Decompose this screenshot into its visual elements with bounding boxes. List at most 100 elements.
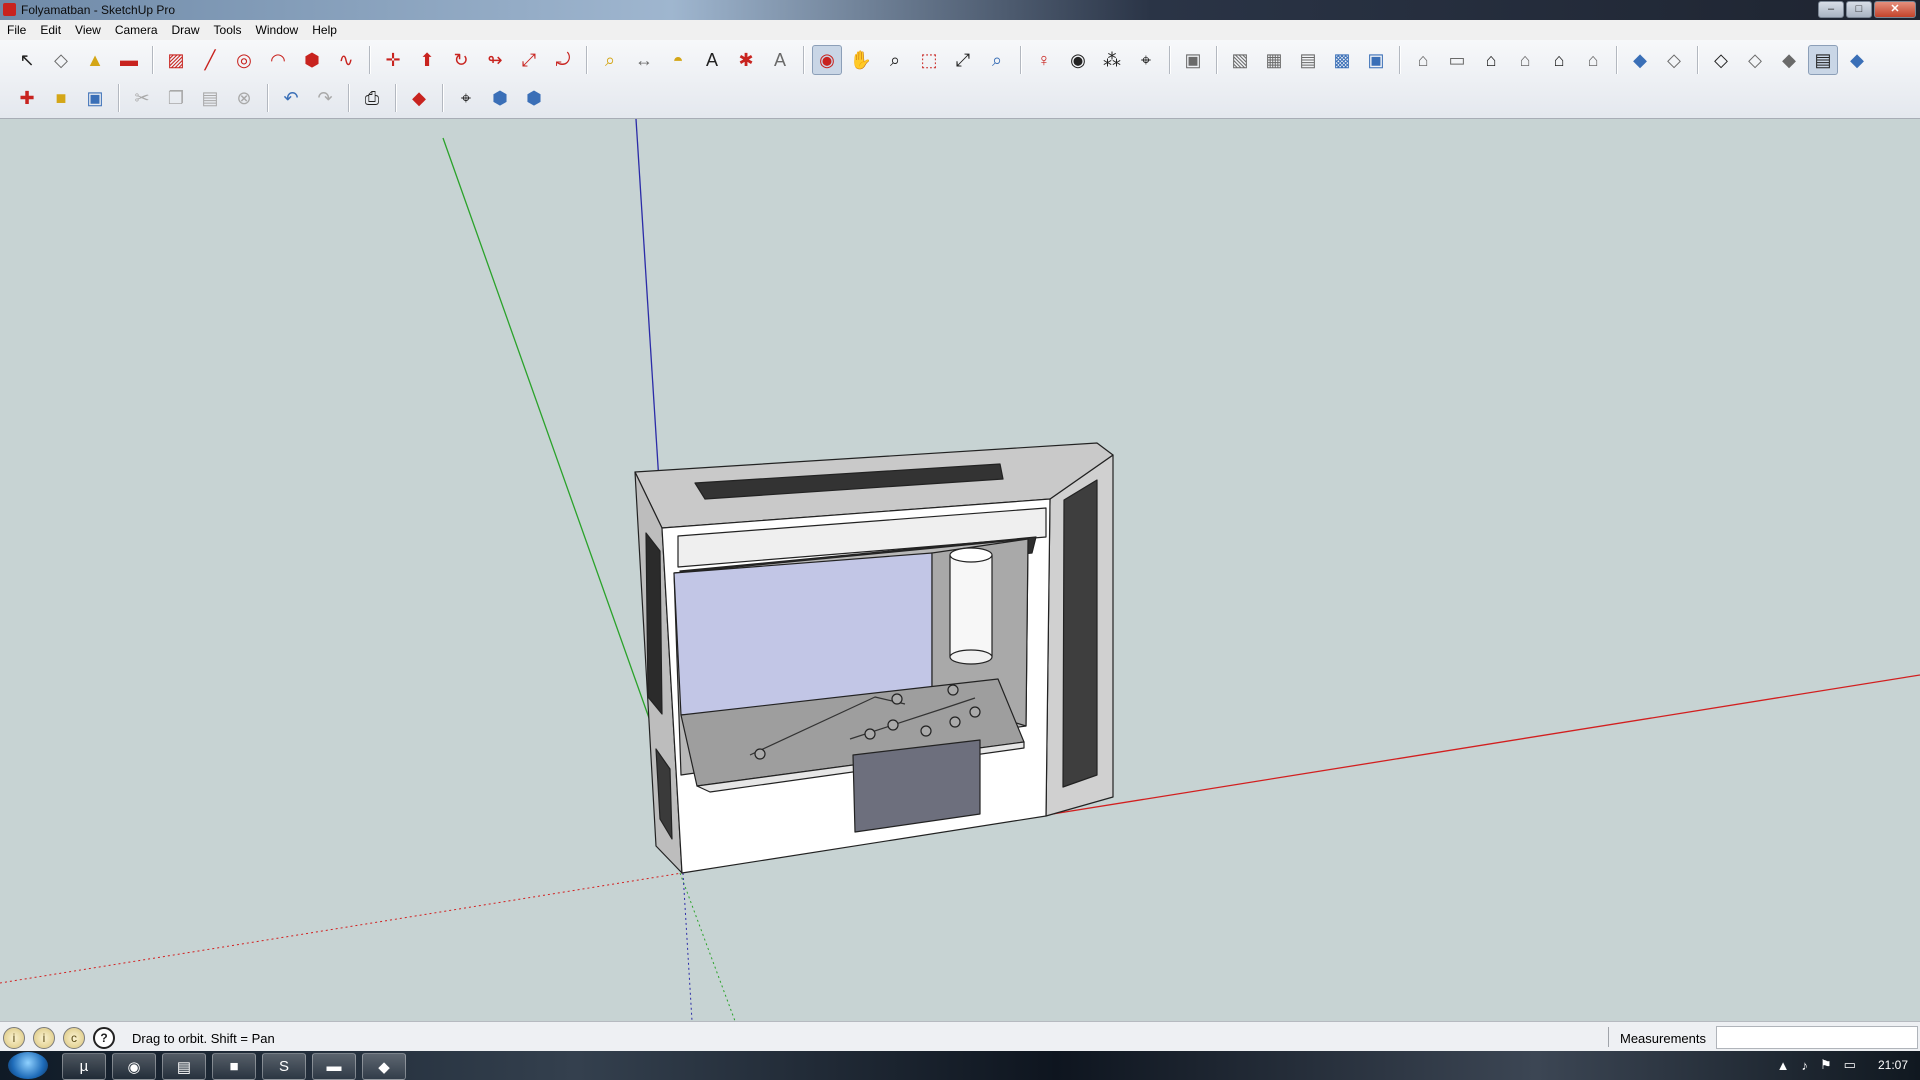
arc-tool-icon[interactable]: ◠: [263, 45, 293, 75]
undo-icon[interactable]: ↶: [276, 83, 306, 113]
close-button[interactable]: ✕: [1874, 1, 1916, 18]
face-style-4-icon[interactable]: ◇: [1740, 45, 1770, 75]
get-location-icon[interactable]: ⌖: [451, 83, 481, 113]
action-center-flag-icon[interactable]: ⚑: [1820, 1057, 1832, 1073]
network-icon[interactable]: ▭: [1844, 1057, 1856, 1073]
skype-taskbar-icon[interactable]: S: [262, 1053, 306, 1080]
wireframe-style-icon[interactable]: ▦: [1259, 45, 1289, 75]
position-camera-icon[interactable]: ♀: [1029, 45, 1059, 75]
zoom-window-icon[interactable]: ⬚: [914, 45, 944, 75]
scale-tool-icon[interactable]: ⤢: [514, 45, 544, 75]
menu-window[interactable]: Window: [249, 20, 306, 40]
text-tool-icon[interactable]: A: [697, 45, 727, 75]
start-button[interactable]: [8, 1052, 48, 1079]
paint-bucket-icon[interactable]: ▲: [80, 45, 110, 75]
right-view-icon[interactable]: ⌂: [1510, 45, 1540, 75]
menu-view[interactable]: View: [68, 20, 108, 40]
geo-location-icon[interactable]: i: [3, 1027, 25, 1049]
menu-camera[interactable]: Camera: [108, 20, 165, 40]
eraser-icon[interactable]: ▬: [114, 45, 144, 75]
green-axis: [442, 137, 661, 750]
look-around-icon[interactable]: ◉: [1063, 45, 1093, 75]
face-style-3-icon[interactable]: ◇: [1706, 45, 1736, 75]
toolbar-separator: [369, 46, 370, 74]
chrome-taskbar-icon[interactable]: ◉: [112, 1053, 156, 1080]
menu-help[interactable]: Help: [305, 20, 344, 40]
tray-expand-icon[interactable]: ▲: [1777, 1058, 1790, 1073]
window-title: Folyamatban - SketchUp Pro: [21, 3, 176, 17]
freehand-tool-icon[interactable]: ∿: [331, 45, 361, 75]
zoom-tool-icon[interactable]: ⌕: [880, 45, 910, 75]
copyright-icon[interactable]: c: [63, 1027, 85, 1049]
iso-view-icon[interactable]: ⌂: [1408, 45, 1438, 75]
offset-tool-icon[interactable]: ⤾: [548, 45, 578, 75]
previous-view-icon[interactable]: ⌕: [982, 45, 1012, 75]
cut-icon[interactable]: ✂: [127, 83, 157, 113]
menu-edit[interactable]: Edit: [33, 20, 68, 40]
walk-tool-icon[interactable]: ⁂: [1097, 45, 1127, 75]
3d-warehouse-icon[interactable]: ⬢: [485, 83, 515, 113]
make-component-icon[interactable]: ◇: [46, 45, 76, 75]
taskbar-clock[interactable]: 21:07: [1878, 1058, 1908, 1072]
volume-icon[interactable]: ♪: [1802, 1058, 1809, 1073]
model-info-icon[interactable]: ◆: [404, 83, 434, 113]
protractor-icon[interactable]: ◓: [663, 45, 693, 75]
line-tool-icon[interactable]: ╱: [195, 45, 225, 75]
open-folder-icon[interactable]: ■: [46, 83, 76, 113]
rotate-tool-icon[interactable]: ↻: [446, 45, 476, 75]
back-view-icon[interactable]: ⌂: [1544, 45, 1574, 75]
face-style-2-icon[interactable]: ◇: [1659, 45, 1689, 75]
notes-taskbar-icon[interactable]: ▤: [162, 1053, 206, 1080]
delete-icon[interactable]: ⊗: [229, 83, 259, 113]
menu-file[interactable]: File: [0, 20, 33, 40]
polygon-tool-icon[interactable]: ⬢: [297, 45, 327, 75]
python-taskbar-icon[interactable]: ▬: [312, 1053, 356, 1080]
zoom-extents-icon[interactable]: ⤢: [948, 45, 978, 75]
face-style-6-icon[interactable]: ▤: [1808, 45, 1838, 75]
section-plane-icon[interactable]: ⌖: [1131, 45, 1161, 75]
xray-style-icon[interactable]: ▧: [1225, 45, 1255, 75]
minimize-button[interactable]: ‒: [1818, 1, 1844, 18]
share-model-icon[interactable]: ⬢: [519, 83, 549, 113]
measurements-input[interactable]: [1716, 1026, 1918, 1049]
new-file-icon[interactable]: ✚: [12, 83, 42, 113]
redo-icon[interactable]: ↷: [310, 83, 340, 113]
shaded-style-icon[interactable]: ▩: [1327, 45, 1357, 75]
explorer-taskbar-icon[interactable]: ■: [212, 1053, 256, 1080]
circle-tool-icon[interactable]: ◎: [229, 45, 259, 75]
drawing-viewport[interactable]: [0, 119, 1920, 1021]
components-icon[interactable]: ▣: [1178, 45, 1208, 75]
help-icon[interactable]: ?: [93, 1027, 115, 1049]
credits-icon[interactable]: i: [33, 1027, 55, 1049]
copy-icon[interactable]: ❐: [161, 83, 191, 113]
save-icon[interactable]: ▣: [80, 83, 110, 113]
push-pull-icon[interactable]: ⬆: [412, 45, 442, 75]
move-tool-icon[interactable]: ✛: [378, 45, 408, 75]
print-icon[interactable]: ⎙: [357, 83, 387, 113]
shaded-textures-icon[interactable]: ▣: [1361, 45, 1391, 75]
top-view-icon[interactable]: ▭: [1442, 45, 1472, 75]
pan-tool-icon[interactable]: ✋: [846, 45, 876, 75]
front-view-icon[interactable]: ⌂: [1476, 45, 1506, 75]
menu-draw[interactable]: Draw: [165, 20, 207, 40]
left-view-icon[interactable]: ⌂: [1578, 45, 1608, 75]
paste-icon[interactable]: ▤: [195, 83, 225, 113]
taskbar-apps: µ ◉ ▤ ■ S ▬ ◆: [62, 1053, 406, 1080]
3d-text-icon[interactable]: A: [765, 45, 795, 75]
face-style-1-icon[interactable]: ◆: [1625, 45, 1655, 75]
face-style-7-icon[interactable]: ◆: [1842, 45, 1872, 75]
orbit-tool-icon[interactable]: ◉: [812, 45, 842, 75]
model-canvas[interactable]: [0, 119, 1920, 1021]
face-style-5-icon[interactable]: ◆: [1774, 45, 1804, 75]
tape-measure-icon[interactable]: ⌕: [595, 45, 625, 75]
dimension-tool-icon[interactable]: ↔: [629, 45, 659, 75]
menu-tools[interactable]: Tools: [207, 20, 249, 40]
rectangle-tool-icon[interactable]: ▨: [161, 45, 191, 75]
select-tool-icon[interactable]: ↖: [12, 45, 42, 75]
follow-me-icon[interactable]: ↬: [480, 45, 510, 75]
hidden-line-style-icon[interactable]: ▤: [1293, 45, 1323, 75]
utorrent-taskbar-icon[interactable]: µ: [62, 1053, 106, 1080]
maximize-button[interactable]: □: [1846, 1, 1872, 18]
sketchup-taskbar-icon[interactable]: ◆: [362, 1053, 406, 1080]
axes-tool-icon[interactable]: ✱: [731, 45, 761, 75]
